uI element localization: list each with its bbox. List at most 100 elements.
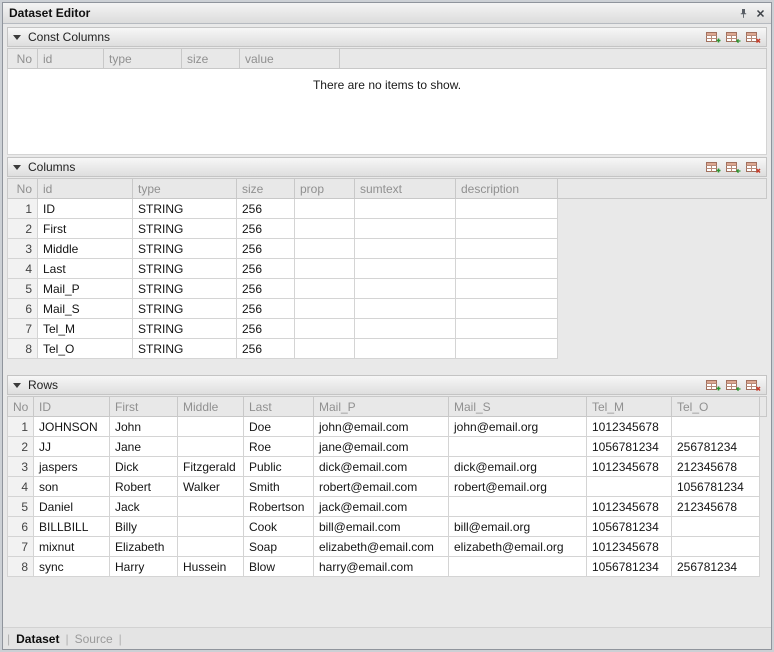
column-header-size[interactable]: size [182, 49, 240, 69]
cell[interactable] [456, 239, 558, 259]
row-number[interactable]: 6 [8, 517, 34, 537]
column-header-no[interactable]: No [8, 49, 38, 69]
cell[interactable] [456, 299, 558, 319]
cell[interactable]: bill@email.com [314, 517, 449, 537]
cell[interactable] [456, 199, 558, 219]
cell[interactable] [456, 219, 558, 239]
section-header-const-columns[interactable]: Const Columns [7, 27, 767, 47]
cell[interactable] [456, 339, 558, 359]
cell[interactable] [672, 417, 760, 437]
cell[interactable]: jaspers [34, 457, 110, 477]
cell[interactable]: 1056781234 [672, 477, 760, 497]
cell[interactable]: 1012345678 [587, 457, 672, 477]
cell[interactable]: Tel_M [38, 319, 133, 339]
row-number[interactable]: 3 [8, 239, 38, 259]
row-number[interactable]: 8 [8, 339, 38, 359]
add-row-icon[interactable] [706, 379, 721, 392]
cell[interactable]: 1012345678 [587, 537, 672, 557]
cell[interactable] [295, 339, 355, 359]
cell[interactable]: STRING [133, 259, 237, 279]
cell[interactable] [295, 259, 355, 279]
column-header-id[interactable]: ID [34, 397, 110, 417]
add-row-icon[interactable] [706, 161, 721, 174]
column-header-first[interactable]: First [110, 397, 178, 417]
cell[interactable]: Dick [110, 457, 178, 477]
cell[interactable] [672, 517, 760, 537]
cell[interactable]: 1056781234 [587, 557, 672, 577]
cell[interactable]: JOHNSON [34, 417, 110, 437]
cell[interactable]: STRING [133, 279, 237, 299]
delete-row-icon[interactable] [746, 161, 761, 174]
pin-icon[interactable] [738, 8, 749, 19]
cell[interactable] [295, 299, 355, 319]
row-number[interactable]: 1 [8, 199, 38, 219]
column-header-type[interactable]: type [104, 49, 182, 69]
tab-dataset[interactable]: Dataset [16, 632, 59, 646]
cell[interactable]: ID [38, 199, 133, 219]
cell[interactable]: Robertson [244, 497, 314, 517]
row-number[interactable]: 7 [8, 537, 34, 557]
row-number[interactable]: 2 [8, 437, 34, 457]
row-number[interactable]: 6 [8, 299, 38, 319]
column-header-middle[interactable]: Middle [178, 397, 244, 417]
row-number[interactable]: 5 [8, 497, 34, 517]
row-number[interactable]: 3 [8, 457, 34, 477]
cell[interactable] [295, 239, 355, 259]
cell[interactable]: Hussein [178, 557, 244, 577]
cell[interactable] [449, 437, 587, 457]
column-header-no[interactable]: No [8, 397, 34, 417]
cell[interactable]: 256 [237, 319, 295, 339]
cell[interactable] [355, 259, 456, 279]
cell[interactable] [178, 537, 244, 557]
cell[interactable]: 256781234 [672, 557, 760, 577]
cell[interactable]: STRING [133, 199, 237, 219]
insert-row-icon[interactable] [726, 31, 741, 44]
cell[interactable] [456, 259, 558, 279]
cell[interactable] [295, 319, 355, 339]
cell[interactable] [355, 319, 456, 339]
cell[interactable]: Blow [244, 557, 314, 577]
cell[interactable]: First [38, 219, 133, 239]
row-number[interactable]: 4 [8, 477, 34, 497]
cell[interactable]: Daniel [34, 497, 110, 517]
column-header-type[interactable]: type [133, 179, 237, 199]
cell[interactable]: 256 [237, 339, 295, 359]
cell[interactable]: STRING [133, 219, 237, 239]
cell[interactable]: harry@email.com [314, 557, 449, 577]
cell[interactable]: Harry [110, 557, 178, 577]
cell[interactable]: 256 [237, 199, 295, 219]
column-header-sumtext[interactable]: sumtext [355, 179, 456, 199]
cell[interactable] [295, 219, 355, 239]
cell[interactable] [355, 279, 456, 299]
cell[interactable]: STRING [133, 299, 237, 319]
cell[interactable]: Public [244, 457, 314, 477]
cell[interactable]: bill@email.org [449, 517, 587, 537]
delete-row-icon[interactable] [746, 379, 761, 392]
cell[interactable]: STRING [133, 239, 237, 259]
cell[interactable]: jane@email.com [314, 437, 449, 457]
column-header-prop[interactable]: prop [295, 179, 355, 199]
section-header-columns[interactable]: Columns [7, 157, 767, 177]
cell[interactable]: Smith [244, 477, 314, 497]
column-header-description[interactable]: description [456, 179, 558, 199]
add-row-icon[interactable] [706, 31, 721, 44]
cell[interactable]: elizabeth@email.org [449, 537, 587, 557]
cell[interactable]: 256781234 [672, 437, 760, 457]
row-number[interactable]: 2 [8, 219, 38, 239]
cell[interactable]: Last [38, 259, 133, 279]
cell[interactable]: Doe [244, 417, 314, 437]
column-header-mail_p[interactable]: Mail_P [314, 397, 449, 417]
section-header-rows[interactable]: Rows [7, 375, 767, 395]
cell[interactable]: Jane [110, 437, 178, 457]
cell[interactable] [456, 319, 558, 339]
cell[interactable]: STRING [133, 319, 237, 339]
cell[interactable] [178, 417, 244, 437]
close-icon[interactable] [756, 9, 765, 18]
cell[interactable]: 1012345678 [587, 497, 672, 517]
column-header-value[interactable]: value [240, 49, 340, 69]
cell[interactable]: Elizabeth [110, 537, 178, 557]
cell[interactable] [295, 199, 355, 219]
column-header-id[interactable]: id [38, 179, 133, 199]
row-number[interactable]: 4 [8, 259, 38, 279]
row-number[interactable]: 5 [8, 279, 38, 299]
